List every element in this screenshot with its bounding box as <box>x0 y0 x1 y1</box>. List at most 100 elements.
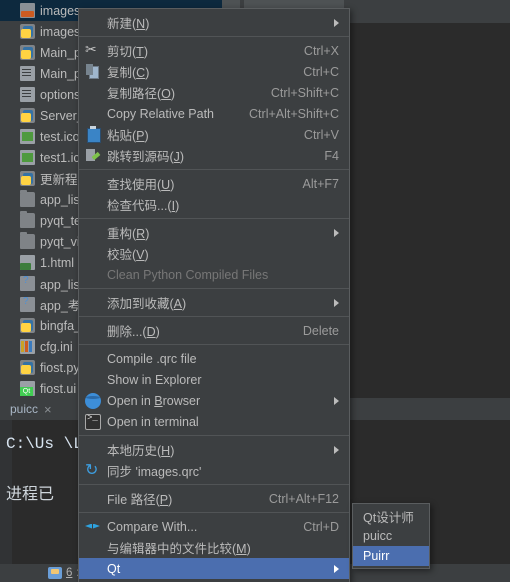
document-file-icon <box>20 66 35 81</box>
menu-item-r[interactable]: 重构(R) <box>79 222 349 243</box>
menu-item-label: Show in Explorer <box>107 372 202 387</box>
chevron-right-icon <box>334 445 339 454</box>
menu-item-c[interactable]: 复制(C) Ctrl+C <box>79 61 349 82</box>
menu-item-icon-placeholder <box>85 15 101 31</box>
menu-item-compile-qrc-file[interactable]: Compile .qrc file <box>79 348 349 369</box>
menu-item-n[interactable]: 新建(N) <box>79 12 349 33</box>
tree-item-label: cfg.ini <box>40 339 73 354</box>
menu-item-label: 校验(V) <box>107 248 149 262</box>
python-file-icon <box>20 318 35 333</box>
menu-item-compare-with[interactable]: Compare With... Ctrl+D <box>79 516 349 537</box>
menu-separator <box>79 288 349 289</box>
unknown-file-icon <box>20 275 35 291</box>
chevron-right-icon <box>334 18 339 27</box>
menu-item-v[interactable]: 校验(V) <box>79 243 349 264</box>
tree-item-label: 1.html <box>40 255 75 270</box>
menu-item-p[interactable]: 粘贴(P) Ctrl+V <box>79 124 349 145</box>
menu-item-label: 查找使用(U) <box>107 178 175 192</box>
chevron-right-icon <box>334 396 339 405</box>
submenu-item[interactable]: Puirr <box>353 546 429 566</box>
chevron-right-icon <box>334 564 339 573</box>
menu-separator <box>79 169 349 170</box>
menu-item-label: 跳转到源码(J) <box>107 150 185 164</box>
console-tab-label: puicc <box>10 402 39 416</box>
menu-item-open-in-terminal[interactable]: Open in terminal <box>79 411 349 432</box>
menu-item-qt[interactable]: Qt <box>79 558 349 579</box>
menu-item-u[interactable]: 查找使用(U) Alt+F7 <box>79 173 349 194</box>
menu-separator <box>79 218 349 219</box>
menu-item-t[interactable]: 剪切(T) Ctrl+X <box>79 40 349 61</box>
menu-item-icon-placeholder <box>85 176 101 192</box>
menu-item-label: Open in terminal <box>107 414 199 429</box>
menu-item-shortcut: Ctrl+Alt+Shift+C <box>249 106 339 121</box>
qt-ui-file-icon <box>20 381 35 396</box>
menu-item-icon-placeholder <box>85 246 101 262</box>
submenu-item-label: puicc <box>363 529 393 543</box>
menu-item-label: 复制(C) <box>107 66 150 80</box>
menu-item-o[interactable]: 复制路径(O) Ctrl+Shift+C <box>79 82 349 103</box>
menu-item-j[interactable]: 跳转到源码(J) F4 <box>79 145 349 166</box>
menu-separator <box>79 344 349 345</box>
menu-item-icon-placeholder <box>85 351 101 367</box>
menu-item-label: Clean Python Compiled Files <box>107 267 269 282</box>
menu-item-shortcut: Ctrl+X <box>303 43 339 58</box>
menu-item-show-in-explorer[interactable]: Show in Explorer <box>79 369 349 390</box>
menu-item-copy-relative-path[interactable]: Copy Relative Path Ctrl+Alt+Shift+C <box>79 103 349 124</box>
menu-item-images-qrc[interactable]: 同步 'images.qrc' <box>79 460 349 481</box>
html-file-icon <box>20 255 35 270</box>
menu-item-h[interactable]: 本地历史(H) <box>79 439 349 460</box>
menu-item-icon-placeholder <box>85 295 101 311</box>
menu-separator <box>79 484 349 485</box>
menu-item-label: 检查代码...(I) <box>107 199 180 213</box>
python-file-icon <box>20 360 35 375</box>
chevron-right-icon <box>334 298 339 307</box>
menu-item-open-in-browser[interactable]: Open in Browser <box>79 390 349 411</box>
menu-item-label: 粘贴(P) <box>107 129 149 143</box>
menu-item-d[interactable]: 删除...(D) Delete <box>79 320 349 341</box>
folder-icon <box>20 232 35 249</box>
python-file-icon <box>20 24 35 39</box>
menu-item-label: Open in Browser <box>107 393 201 408</box>
image-file-icon <box>20 150 35 165</box>
menu-separator <box>79 512 349 513</box>
submenu-item[interactable]: Qt设计师 <box>353 506 429 526</box>
folder-icon <box>20 190 35 207</box>
menu-item-i[interactable]: 检查代码...(I) <box>79 194 349 215</box>
tree-item-label: app_list <box>40 192 84 207</box>
menu-item-icon-placeholder <box>85 85 101 101</box>
menu-item-shortcut: Ctrl+V <box>303 127 339 142</box>
menu-item-label: Compile .qrc file <box>107 351 197 366</box>
python-file-icon <box>20 108 35 123</box>
close-icon[interactable]: × <box>44 403 52 416</box>
copy-icon <box>85 63 101 80</box>
console-output-line-2: 进程已 <box>6 486 55 503</box>
todo-index: 6 <box>66 567 73 579</box>
menu-item-shortcut: Ctrl+D <box>303 519 339 534</box>
menu-item-icon-placeholder <box>85 561 101 577</box>
python-file-icon <box>20 45 35 60</box>
menu-item-label: 同步 'images.qrc' <box>107 465 202 479</box>
menu-item-label: 复制路径(O) <box>107 87 176 101</box>
qt-submenu[interactable]: Qt设计师 puicc Puirr <box>352 503 430 569</box>
ini-file-icon <box>20 339 35 354</box>
menu-item-a[interactable]: 添加到收藏(A) <box>79 292 349 313</box>
menu-item-file-p[interactable]: File 路径(P) Ctrl+Alt+F12 <box>79 488 349 509</box>
tree-item-label: test.ico <box>40 129 80 144</box>
menu-item-icon-placeholder <box>85 106 101 122</box>
tree-item-label: fiost.ui <box>40 381 77 396</box>
submenu-item[interactable]: puicc <box>353 526 429 546</box>
submenu-item-label: Qt设计师 <box>363 510 414 525</box>
globe-icon <box>85 392 101 409</box>
menu-item-label: 删除...(D) <box>107 325 160 339</box>
console-tab-puicc[interactable]: puicc × <box>0 398 60 420</box>
image-file-icon <box>20 129 35 144</box>
menu-item-shortcut: Ctrl+Alt+F12 <box>268 491 339 506</box>
menu-item-label: Qt <box>107 561 121 576</box>
menu-item-icon-placeholder <box>85 372 101 388</box>
menu-item-shortcut: F4 <box>324 148 339 163</box>
menu-item-label: 重构(R) <box>107 227 150 241</box>
menu-item-m[interactable]: 与编辑器中的文件比较(M) <box>79 537 349 558</box>
menu-item-shortcut: Ctrl+Shift+C <box>270 85 339 100</box>
context-menu[interactable]: 新建(N) 剪切(T) Ctrl+X 复制(C) Ctrl+C 复制路径(O) Ctrl+S… <box>78 8 350 582</box>
tree-item-label: fiost.py <box>40 360 80 375</box>
